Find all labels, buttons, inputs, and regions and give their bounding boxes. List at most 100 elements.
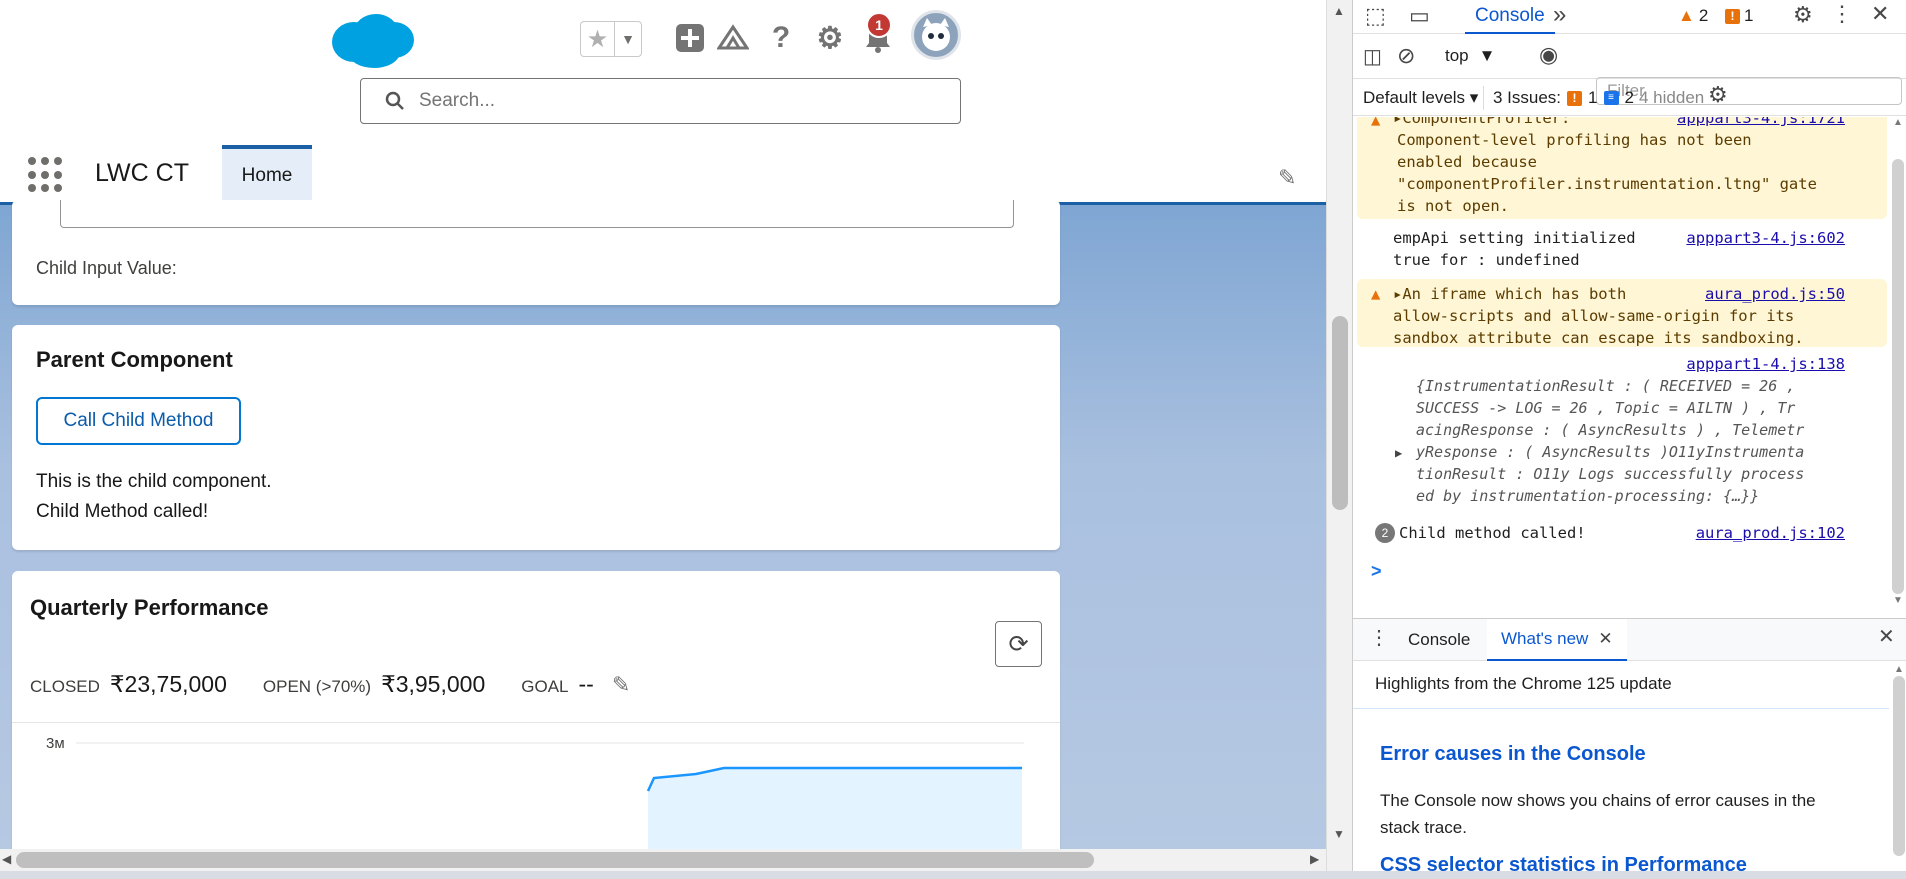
message-line: tionResult : O11y Logs successfully proc… xyxy=(1416,465,1805,483)
refresh-button[interactable]: ⟳ xyxy=(995,621,1042,667)
source-link[interactable]: apppart3-4.js:1721 xyxy=(1677,117,1845,129)
scroll-right-arrow-icon[interactable]: ▶ xyxy=(1310,852,1319,866)
console-log-message: empApi setting initialized true for : un… xyxy=(1357,223,1887,271)
star-icon: ★ xyxy=(581,22,615,56)
vertical-scroll-thumb[interactable] xyxy=(1332,316,1348,510)
console-warning-message: ▲ ▸An iframe which has both allow-script… xyxy=(1357,279,1887,347)
closed-label: CLOSED xyxy=(30,677,100,696)
message-line: An iframe which has both xyxy=(1402,285,1627,303)
user-avatar[interactable] xyxy=(911,10,961,60)
open-label: OPEN (>70%) xyxy=(262,677,372,696)
help-icon[interactable]: ? xyxy=(763,20,799,56)
message-line: enabled because xyxy=(1397,153,1537,171)
ytick-label-3m: 3м xyxy=(46,735,65,752)
message-line: yResponse : ( AsyncResults )O11yInstrume… xyxy=(1416,443,1805,461)
expand-arrow-icon[interactable]: ▶ xyxy=(1395,442,1402,464)
warning-icon: ▲ xyxy=(1371,117,1381,129)
trailhead-icon[interactable] xyxy=(715,20,751,56)
source-link[interactable]: aura_prod.js:50 xyxy=(1705,283,1845,305)
scroll-up-arrow-icon[interactable]: ▲ xyxy=(1894,664,1904,675)
tab-console[interactable]: Console xyxy=(1465,0,1555,34)
default-levels-dropdown[interactable]: Default levels ▾ xyxy=(1363,88,1478,108)
more-tabs-icon[interactable]: » xyxy=(1553,1,1566,29)
console-settings-gear-icon[interactable]: ⚙ xyxy=(1708,82,1728,108)
scroll-up-arrow-icon[interactable]: ▲ xyxy=(1333,4,1345,18)
scroll-left-arrow-icon[interactable]: ◀ xyxy=(2,852,11,866)
source-link[interactable]: aura_prod.js:102 xyxy=(1696,522,1845,544)
settings-gear-icon[interactable]: ⚙ xyxy=(1793,2,1813,28)
close-devtools-icon[interactable]: ✕ xyxy=(1871,1,1889,27)
issues-info-icon: ≡ xyxy=(1603,91,1619,105)
more-options-icon[interactable]: ⋮ xyxy=(1831,1,1853,27)
divider xyxy=(1353,708,1889,709)
console-scroll-thumb[interactable] xyxy=(1892,159,1904,594)
feature-title-link[interactable]: Error causes in the Console xyxy=(1380,743,1646,766)
quarterly-performance-title: Quarterly Performance xyxy=(30,595,269,620)
scroll-up-arrow-icon[interactable]: ▲ xyxy=(1893,117,1903,128)
devtools-panel: ⬚ ▭ Console » ▲ 2 ! 1 ⚙ ⋮ ✕ ◫ ⊘ top ▼ ◉ Fil… xyxy=(1352,0,1906,872)
performance-metrics: CLOSED ₹23,75,000 OPEN (>70%) ₹3,95,000 … xyxy=(30,671,630,698)
message-line: empApi setting initialized xyxy=(1393,229,1636,247)
quarterly-performance-card: Quarterly Performance ⟳ CLOSED ₹23,75,00… xyxy=(12,571,1060,861)
warning-icon: ▲ xyxy=(1371,285,1381,303)
message-line: Component-level profiling has not been xyxy=(1397,131,1752,149)
source-link[interactable]: apppart3-4.js:602 xyxy=(1686,227,1845,249)
chevron-down-icon[interactable]: ▼ xyxy=(615,22,641,56)
horizontal-scrollbar[interactable]: ◀ ▶ xyxy=(0,849,1326,871)
salesforce-logo xyxy=(332,14,414,68)
console-prompt[interactable]: > xyxy=(1371,561,1382,582)
close-drawer-icon[interactable]: ✕ xyxy=(1878,624,1895,649)
drawer-tab-console[interactable]: Console xyxy=(1408,619,1470,661)
device-toolbar-icon[interactable]: ▭ xyxy=(1409,3,1430,29)
drawer-scrollbar[interactable]: ▲ xyxy=(1891,662,1906,872)
favorites-button[interactable]: ★ ▼ xyxy=(580,21,642,57)
child-method-called-text: Child Method called! xyxy=(36,501,209,522)
parent-component-title: Parent Component xyxy=(36,347,233,372)
console-toolbar: ◫ ⊘ top ▼ ◉ Filter xyxy=(1353,35,1906,105)
child-input-value-label: Child Input Value: xyxy=(36,258,177,278)
message-line: sandbox attribute can escape its sandbox… xyxy=(1393,329,1804,347)
devtools-drawer: ⋮ Console What's new ✕ ✕ Highlights from… xyxy=(1353,618,1906,872)
horizontal-scroll-thumb[interactable] xyxy=(16,852,1094,868)
parent-component-card: Parent Component Call Child Method This … xyxy=(12,325,1060,550)
drawer-menu-icon[interactable]: ⋮ xyxy=(1369,625,1389,650)
sidebar-toggle-icon[interactable]: ◫ xyxy=(1363,44,1382,69)
app-launcher-icon[interactable] xyxy=(28,157,64,193)
error-counter[interactable]: ! 1 xyxy=(1725,6,1753,26)
window-bottom-border xyxy=(0,871,1906,879)
issues-counter[interactable]: 3 Issues: ! 1 ≡ 2 xyxy=(1493,88,1634,108)
message-line: "componentProfiler.instrumentation.ltng"… xyxy=(1397,175,1817,193)
close-tab-icon[interactable]: ✕ xyxy=(1598,629,1612,649)
console-log-message: 2 Child method called! aura_prod.js:102 xyxy=(1357,517,1887,549)
global-search-input[interactable]: Search... xyxy=(360,78,961,124)
drawer-tab-whats-new[interactable]: What's new ✕ xyxy=(1487,619,1627,661)
message-line: ed by instrumentation-processing: {…}} xyxy=(1416,487,1760,505)
child-input-field[interactable] xyxy=(60,200,1014,228)
source-link[interactable]: apppart1-4.js:138 xyxy=(1686,353,1845,375)
tab-home[interactable]: Home xyxy=(222,145,312,202)
console-log-object-message: apppart1-4.js:138 ▶ {InstrumentationResu… xyxy=(1357,350,1887,505)
vertical-scrollbar[interactable]: ▲ ▼ xyxy=(1326,0,1352,871)
warning-counter[interactable]: ▲ 2 xyxy=(1678,6,1708,26)
context-selector[interactable]: top ▼ xyxy=(1445,46,1495,66)
console-scrollbar[interactable]: ▲ ▼ xyxy=(1890,117,1906,607)
edit-nav-pencil-icon[interactable]: ✎ xyxy=(1278,165,1296,191)
live-expression-eye-icon[interactable]: ◉ xyxy=(1539,42,1558,68)
warning-icon: ▲ xyxy=(1678,6,1695,25)
scroll-down-arrow-icon[interactable]: ▼ xyxy=(1333,827,1345,841)
setup-gear-icon[interactable]: ⚙ xyxy=(812,20,848,56)
next-feature-title-link[interactable]: CSS selector statistics in Performance xyxy=(1380,854,1747,872)
drawer-scroll-thumb[interactable] xyxy=(1893,676,1905,856)
child-input-card: Child Input Value: xyxy=(12,200,1060,305)
clear-console-icon[interactable]: ⊘ xyxy=(1397,43,1415,69)
drawer-tabs: ⋮ Console What's new ✕ ✕ xyxy=(1353,619,1906,661)
repeat-count-badge: 2 xyxy=(1375,523,1395,543)
global-header: ★ ▼ ? ⚙ 1 Search... xyxy=(0,0,1326,145)
call-child-method-button[interactable]: Call Child Method xyxy=(36,397,241,445)
global-create-icon[interactable] xyxy=(672,20,708,56)
inspect-element-icon[interactable]: ⬚ xyxy=(1365,3,1386,29)
edit-goal-pencil-icon[interactable]: ✎ xyxy=(612,672,630,698)
dropdown-arrow-icon: ▼ xyxy=(1478,46,1496,65)
scroll-down-arrow-icon[interactable]: ▼ xyxy=(1893,595,1903,606)
message-line: true for : undefined xyxy=(1393,251,1580,269)
